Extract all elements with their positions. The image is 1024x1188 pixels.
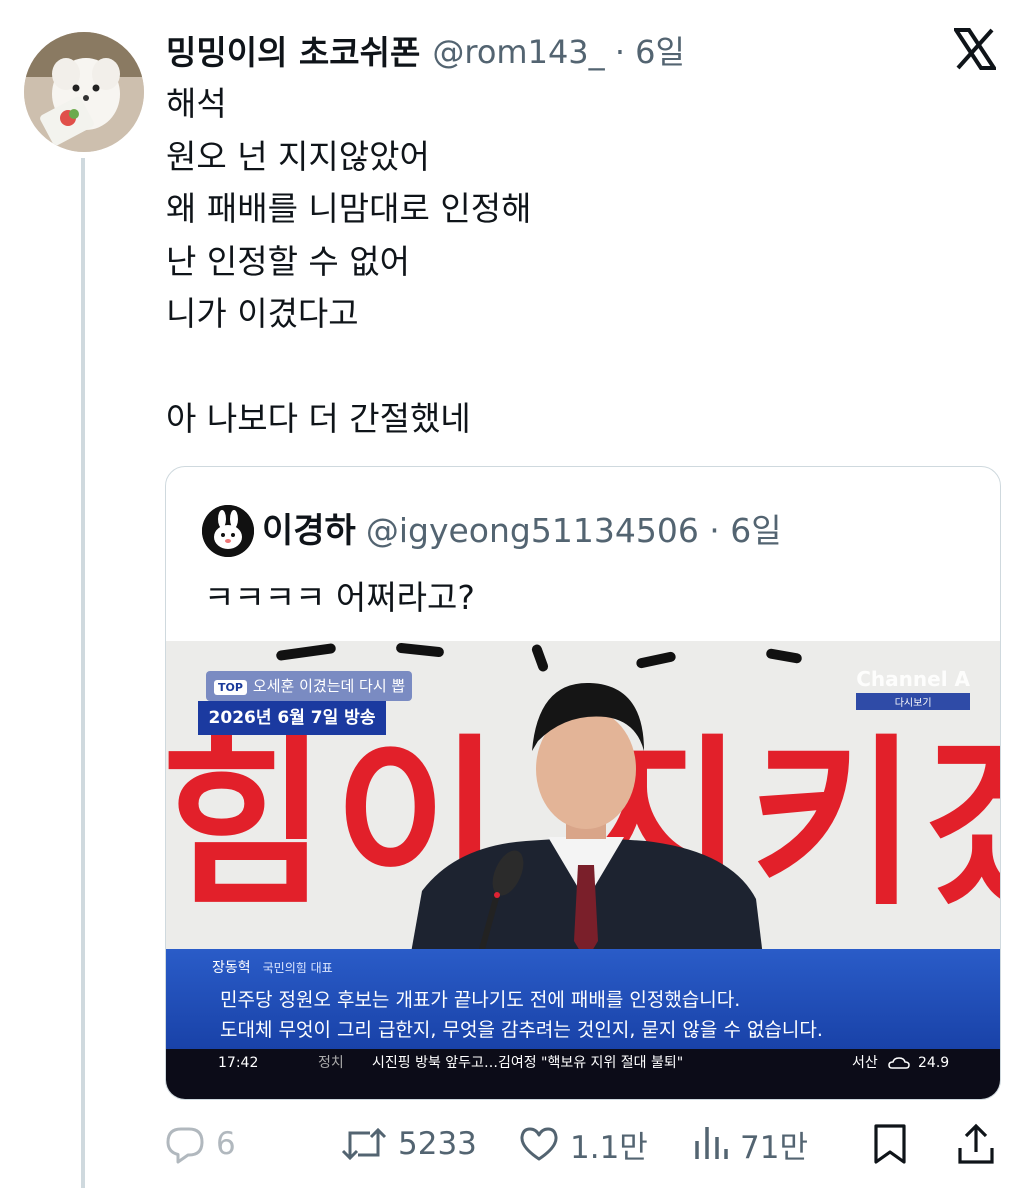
author-name[interactable]: 밍밍이의 초코쉬폰 [166, 33, 420, 72]
air-date: 2026년 6월 7일 방송 [198, 701, 386, 735]
speaker-role: 국민의힘 대표 [262, 961, 333, 975]
quoted-author-handle-time[interactable]: @igyeong51134506 · 6일 [366, 511, 782, 550]
caption-line-1: 민주당 정원오 후보는 개표가 끝나기도 전에 패배를 인정했습니다. [220, 989, 741, 1011]
reply-button[interactable]: 6 [164, 1118, 236, 1170]
tweet-line: 난 인정할 수 없어 [166, 241, 410, 281]
tweet-actions: 6 5233 1.1만 71만 [0, 1118, 1024, 1170]
view-count: 71만 [740, 1129, 808, 1166]
retweet-icon [340, 1123, 388, 1165]
retweet-count: 5233 [398, 1126, 477, 1162]
tweet-line: 아 나보다 더 간절했네 [166, 398, 471, 438]
reply-icon [164, 1123, 206, 1165]
tweet-line: 니가 이겼다고 [166, 294, 359, 333]
tweet-line: 왜 패배를 니맘대로 인정해 [166, 189, 532, 228]
channel-name: Channel A [856, 667, 970, 691]
tweet-line: 해석 [166, 84, 227, 123]
ticker-region: 서산 [852, 1055, 878, 1071]
quoted-author-avatar[interactable] [202, 505, 254, 557]
author-handle-time[interactable]: @rom143_ · 6일 [432, 33, 685, 71]
caption-line-2: 도대체 무엇이 그리 급한지, 무엇을 감추려는 것인지, 묻지 않을 수 없습… [220, 1019, 823, 1041]
program-topbar: TOP오세훈 이겼는데 다시 뽑자? [206, 671, 412, 727]
x-logo-icon [952, 28, 998, 70]
reply-count: 6 [216, 1126, 236, 1162]
cloud-icon [888, 1049, 910, 1087]
share-icon [955, 1122, 997, 1166]
news-ticker: 17:42 정치 시진핑 방북 앞두고…김여정 "핵보유 지위 절대 불퇴" 서… [166, 1049, 1000, 1099]
rabbit-avatar-icon [202, 505, 254, 557]
like-count: 1.1만 [570, 1129, 648, 1166]
tweet-header: 밍밍이의 초코쉬폰 @rom143_ · 6일 [166, 26, 685, 76]
thread-line [81, 158, 85, 1188]
analytics-icon [692, 1123, 730, 1165]
bookmark-icon [870, 1122, 910, 1166]
channel-sub: 다시보기 [856, 693, 970, 710]
quoted-author-name[interactable]: 이경하 [262, 511, 356, 551]
views-button[interactable]: 71만 [692, 1118, 808, 1170]
ticker-category: 정치 [318, 1055, 344, 1071]
heart-icon [518, 1123, 560, 1165]
quoted-text: ㅋㅋㅋㅋ 어쩌라고? [204, 578, 475, 617]
ticker-time: 17:42 [218, 1055, 259, 1071]
like-button[interactable]: 1.1만 [518, 1118, 648, 1170]
tweet-text: 해석 원오 넌 지지않았어 왜 패배를 니맘대로 인정해 난 인정할 수 없어 … [166, 78, 966, 445]
quoted-tweet[interactable]: 이경하 @igyeong51134506 · 6일 ㅋㅋㅋㅋ 어쩌라고? 힘이 지… [165, 466, 1001, 1100]
bookmark-button[interactable] [870, 1118, 910, 1170]
ticker-headline: 시진핑 방북 앞두고…김여정 "핵보유 지위 절대 불퇴" [372, 1055, 684, 1071]
author-avatar[interactable] [24, 32, 144, 152]
speaker-name: 장동혁 [212, 960, 251, 976]
share-button[interactable] [955, 1118, 997, 1170]
quoted-media-image[interactable]: 힘이 지키겠습 TOP오세훈 이겼는데 다시 뽑자? 2026년 6월 7일 방… [166, 641, 1000, 1099]
channel-logo: Channel A 다시보기 [856, 667, 970, 710]
quoted-header: 이경하 @igyeong51134506 · 6일 [262, 503, 782, 559]
news-caption: 장동혁 국민의힘 대표 민주당 정원오 후보는 개표가 끝나기도 전에 패배를 인… [166, 949, 1000, 1049]
tweet-line: 원오 넌 지지않았어 [166, 136, 430, 176]
dog-photo [24, 32, 144, 152]
retweet-button[interactable]: 5233 [340, 1118, 477, 1170]
top-badge: TOP [214, 680, 247, 695]
caption-speaker: 장동혁 국민의힘 대표 [212, 957, 333, 977]
ticker-temp: 24.9 [918, 1055, 950, 1071]
